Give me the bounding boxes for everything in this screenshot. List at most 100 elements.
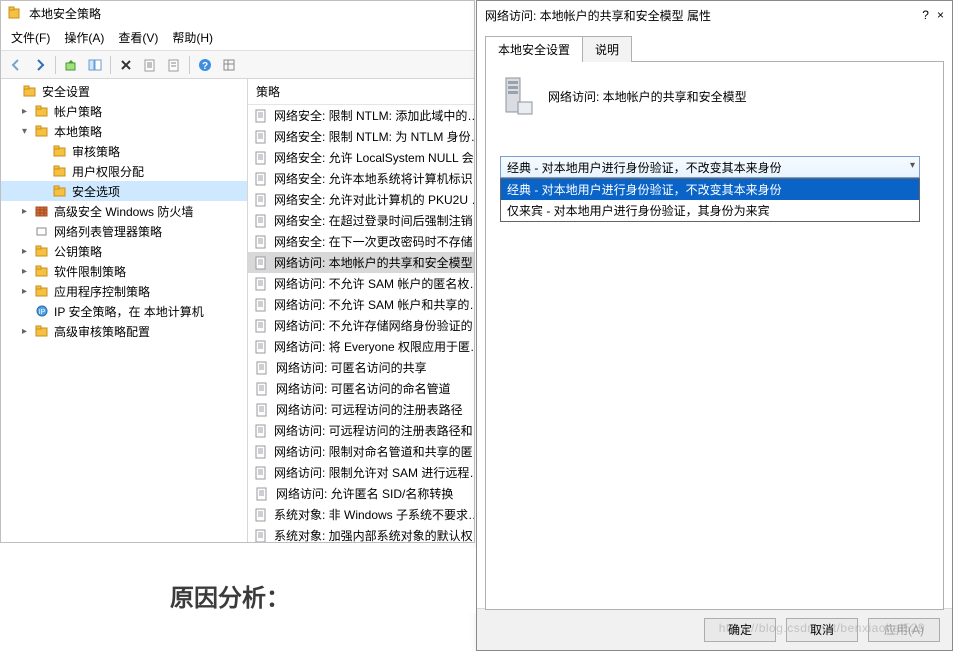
option-classic[interactable]: 经典 - 对本地用户进行身份验证，不改变其本来身份: [501, 179, 919, 200]
policy-row[interactable]: 网络安全: 在超过登录时间后强制注销…: [248, 210, 474, 231]
policy-label: 网络安全: 在超过登录时间后强制注销…: [274, 212, 474, 229]
properties-button[interactable]: [163, 54, 185, 76]
tree-firewall[interactable]: ▸ 高级安全 Windows 防火墙: [1, 201, 247, 221]
tree-audit-policy[interactable]: ▸ 审核策略: [1, 141, 247, 161]
expand-icon[interactable]: ▸: [19, 246, 30, 257]
policy-row[interactable]: 网络访问: 不允许 SAM 帐户的匿名枚…: [248, 273, 474, 294]
tab-explain[interactable]: 说明: [582, 36, 632, 62]
policy-row[interactable]: 网络安全: 限制 NTLM: 为 NTLM 身份…: [248, 126, 474, 147]
policy-icon: [254, 508, 268, 522]
policy-label: 网络访问: 将 Everyone 权限应用于匿…: [274, 338, 474, 355]
tree-appctrl[interactable]: ▸ 应用程序控制策略: [1, 281, 247, 301]
policy-icon: [254, 151, 268, 165]
tree-local-policies[interactable]: ▾ 本地策略: [1, 121, 247, 141]
sharing-model-combobox[interactable]: 经典 - 对本地用户进行身份验证，不改变其本来身份 ▾: [500, 156, 920, 178]
app-icon: [7, 6, 23, 20]
policy-row[interactable]: 网络访问: 将 Everyone 权限应用于匿…: [248, 336, 474, 357]
expand-icon[interactable]: ▸: [19, 326, 30, 337]
policy-row[interactable]: 网络访问: 不允许存储网络身份验证的…: [248, 315, 474, 336]
svg-text:IP: IP: [39, 309, 46, 316]
menu-file[interactable]: 文件(F): [11, 29, 50, 46]
policy-row[interactable]: 网络访问: 本地帐户的共享和安全模型: [248, 252, 474, 273]
expand-icon[interactable]: ▸: [19, 266, 30, 277]
tree-account-policies[interactable]: ▸ 帐户策略: [1, 101, 247, 121]
tree-label: 安全选项: [72, 183, 120, 200]
nav-tree[interactable]: 安全设置 ▸ 帐户策略 ▾ 本地策略 ▸ 审核策略: [1, 79, 247, 351]
policy-list-pane: 策略 网络安全: 限制 NTLM: 添加此域中的…网络安全: 限制 NTLM: …: [248, 79, 474, 542]
help-button[interactable]: ?: [194, 54, 216, 76]
policy-label: 网络访问: 不允许 SAM 帐户的匿名枚…: [274, 275, 474, 292]
article-heading: 原因分析：: [0, 548, 476, 613]
policy-name: 网络访问: 本地帐户的共享和安全模型: [548, 88, 747, 105]
policy-row[interactable]: 网络访问: 可匿名访问的命名管道: [248, 378, 474, 399]
ok-button[interactable]: 确定: [704, 618, 776, 642]
menu-view[interactable]: 查看(V): [118, 29, 158, 46]
expand-icon[interactable]: ▸: [19, 206, 30, 217]
back-button[interactable]: [5, 54, 27, 76]
tree-root[interactable]: 安全设置: [1, 81, 247, 101]
menu-action[interactable]: 操作(A): [64, 29, 104, 46]
policy-row[interactable]: 网络安全: 限制 NTLM: 添加此域中的…: [248, 105, 474, 126]
tree-security-options[interactable]: ▸ 安全选项: [1, 181, 247, 201]
tree-label: 高级安全 Windows 防火墙: [54, 203, 193, 220]
menu-help[interactable]: 帮助(H): [172, 29, 213, 46]
ipsec-icon: IP: [34, 304, 50, 318]
delete-button[interactable]: [115, 54, 137, 76]
policy-list[interactable]: 网络安全: 限制 NTLM: 添加此域中的… 网络安全: 限制 NTLM: 为 N…: [248, 105, 474, 542]
policy-row[interactable]: 网络安全: 允许 LocalSystem NULL 会…: [248, 147, 474, 168]
cancel-button[interactable]: 取消: [786, 618, 858, 642]
network-icon: [34, 224, 50, 238]
tab-local-security-setting[interactable]: 本地安全设置: [485, 36, 583, 62]
tree-advaudit[interactable]: ▸ 高级审核策略配置: [1, 321, 247, 341]
show-hide-tree-button[interactable]: [84, 54, 106, 76]
policy-row[interactable]: 网络访问: 可匿名访问的共享: [248, 357, 474, 378]
dialog-titlebar: 网络访问: 本地帐户的共享和安全模型 属性 ? ×: [477, 1, 952, 29]
export-button[interactable]: [139, 54, 161, 76]
tree-label: 审核策略: [72, 143, 120, 160]
dialog-button-row: 确定 取消 应用(A): [477, 608, 952, 650]
tree-ipsec[interactable]: ▸ IP IP 安全策略，在 本地计算机: [1, 301, 247, 321]
policy-icon: [254, 319, 268, 333]
list-column-header[interactable]: 策略: [248, 79, 474, 105]
policy-row[interactable]: 系统对象: 非 Windows 子系统不要求…: [248, 504, 474, 525]
policy-label: 网络访问: 可匿名访问的命名管道: [276, 380, 451, 397]
policy-row[interactable]: 网络安全: 允许本地系统将计算机标识…: [248, 168, 474, 189]
close-icon[interactable]: ×: [937, 8, 944, 22]
policy-row[interactable]: 网络访问: 限制对命名管道和共享的匿…: [248, 441, 474, 462]
policy-row[interactable]: 系统对象: 加强内部系统对象的默认权…: [248, 525, 474, 542]
policy-label: 系统对象: 加强内部系统对象的默认权…: [274, 527, 474, 542]
help-icon[interactable]: ?: [922, 8, 929, 22]
policy-row[interactable]: 网络访问: 允许匿名 SID/名称转换: [248, 483, 474, 504]
forward-button[interactable]: [29, 54, 51, 76]
chevron-down-icon: ▾: [910, 160, 915, 171]
view-mode-button[interactable]: [218, 54, 240, 76]
policy-icon: [254, 109, 268, 123]
policy-row[interactable]: 网络访问: 不允许 SAM 帐户和共享的…: [248, 294, 474, 315]
tree-pubkey[interactable]: ▸ 公钥策略: [1, 241, 247, 261]
folder-icon: [52, 144, 68, 158]
expand-icon[interactable]: ▸: [19, 286, 30, 297]
folder-icon: [52, 164, 68, 178]
option-guest[interactable]: 仅来宾 - 对本地用户进行身份验证，其身份为来宾: [501, 200, 919, 221]
collapse-icon[interactable]: ▾: [19, 126, 30, 137]
tree-user-rights[interactable]: ▸ 用户权限分配: [1, 161, 247, 181]
tree-swrestrict[interactable]: ▸ 软件限制策略: [1, 261, 247, 281]
tree-label: 帐户策略: [54, 103, 102, 120]
policy-row[interactable]: 网络访问: 可远程访问的注册表路径: [248, 399, 474, 420]
policy-label: 系统对象: 非 Windows 子系统不要求…: [274, 506, 474, 523]
policy-row[interactable]: 网络安全: 在下一次更改密码时不存储…: [248, 231, 474, 252]
folder-icon: [34, 324, 50, 338]
tree-netlist[interactable]: ▸ 网络列表管理器策略: [1, 221, 247, 241]
up-button[interactable]: [60, 54, 82, 76]
policy-label: 网络访问: 可远程访问的注册表路径和…: [274, 422, 474, 439]
policy-row[interactable]: 网络访问: 可远程访问的注册表路径和…: [248, 420, 474, 441]
policy-label: 网络访问: 限制允许对 SAM 进行远程…: [274, 464, 474, 481]
policy-label: 网络安全: 允许对此计算机的 PKU2U …: [274, 191, 474, 208]
tree-label: 应用程序控制策略: [54, 283, 150, 300]
policy-row[interactable]: 网络访问: 限制允许对 SAM 进行远程…: [248, 462, 474, 483]
expand-icon[interactable]: ▸: [19, 106, 30, 117]
policy-label: 网络安全: 限制 NTLM: 添加此域中的…: [274, 107, 474, 124]
policy-row[interactable]: 网络安全: 允许对此计算机的 PKU2U …: [248, 189, 474, 210]
combobox-value: 经典 - 对本地用户进行身份验证，不改变其本来身份: [507, 159, 782, 176]
apply-button[interactable]: 应用(A): [868, 618, 940, 642]
